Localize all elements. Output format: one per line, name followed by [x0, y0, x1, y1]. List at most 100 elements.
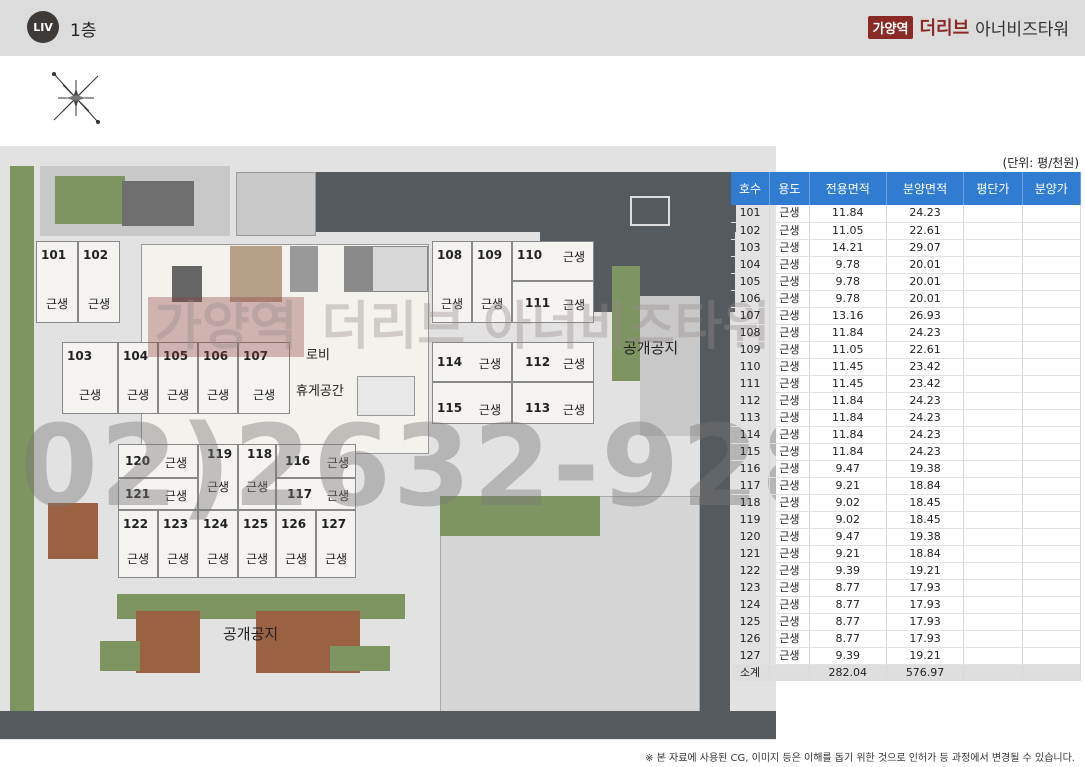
table-cell — [963, 426, 1023, 444]
table-row[interactable]: 108 근생 11.84 24.23 — [731, 324, 1082, 342]
subtotal-cell — [1022, 664, 1082, 681]
table-cell — [1022, 494, 1082, 512]
table-cell — [1022, 477, 1082, 495]
unit-number: 104 — [123, 349, 149, 363]
table-row[interactable]: 125 근생 8.77 17.93 — [731, 613, 1082, 631]
table-cell: 24.23 — [886, 205, 965, 223]
table-cell — [1022, 545, 1082, 563]
table-row[interactable]: 122 근생 9.39 19.21 — [731, 562, 1082, 580]
table-row[interactable]: 120 근생 9.47 19.38 — [731, 528, 1082, 546]
brand-name: 더리브 — [919, 18, 970, 39]
unit-use: 근생 — [87, 297, 111, 311]
subtotal-row: 소계 282.04 576.97 — [731, 664, 1082, 681]
table-row[interactable]: 106 근생 9.78 20.01 — [731, 290, 1082, 308]
unit-110[interactable]: 110 근생 — [512, 241, 594, 281]
table-row[interactable]: 107 근생 13.16 26.93 — [731, 307, 1082, 325]
table-cell: 근생 — [769, 443, 810, 461]
table-cell: 19.38 — [886, 528, 965, 546]
table-cell: 8.77 — [809, 579, 887, 597]
table-cell — [963, 307, 1023, 325]
table-cell: 13.16 — [809, 307, 887, 325]
table-cell: 근생 — [769, 205, 810, 223]
table-row[interactable]: 116 근생 9.47 19.38 — [731, 460, 1082, 478]
table-cell: 108 — [731, 324, 771, 342]
table-cell: 110 — [731, 358, 771, 376]
table-row[interactable]: 101 근생 11.84 24.23 — [731, 205, 1082, 223]
ramp-box — [236, 172, 316, 236]
table-cell: 11.84 — [809, 426, 887, 444]
table-cell: 8.77 — [809, 613, 887, 631]
lounge-label: 휴게공간 — [296, 384, 344, 399]
table-cell: 19.38 — [886, 460, 965, 478]
table-cell: 근생 — [769, 426, 810, 444]
table-cell — [1022, 460, 1082, 478]
table-cell — [1022, 647, 1082, 665]
table-cell — [963, 579, 1023, 597]
table-row[interactable]: 109 근생 11.05 22.61 — [731, 341, 1082, 359]
unit-number: 108 — [437, 248, 463, 262]
table-cell: 104 — [731, 256, 771, 274]
table-cell — [963, 443, 1023, 461]
table-row[interactable]: 124 근생 8.77 17.93 — [731, 596, 1082, 614]
watermark-station: 가양역 — [148, 297, 304, 357]
table-row[interactable]: 111 근생 11.45 23.42 — [731, 375, 1082, 393]
table-cell — [1022, 528, 1082, 546]
table-row[interactable]: 114 근생 11.84 24.23 — [731, 426, 1082, 444]
table-row[interactable]: 121 근생 9.21 18.84 — [731, 545, 1082, 563]
table-row[interactable]: 104 근생 9.78 20.01 — [731, 256, 1082, 274]
unit-use: 근생 — [562, 250, 585, 264]
table-cell: 18.45 — [886, 494, 965, 512]
table-header-cell: 전용면적 — [809, 172, 887, 205]
table-cell: 127 — [731, 647, 771, 665]
unit-note: (단위: 평/천원) — [1002, 156, 1079, 170]
table-cell — [1022, 358, 1082, 376]
unit-use: 근생 — [284, 552, 308, 566]
table-cell: 근생 — [769, 511, 810, 529]
table-row[interactable]: 127 근생 9.39 19.21 — [731, 647, 1082, 665]
table-row[interactable]: 118 근생 9.02 18.45 — [731, 494, 1082, 512]
unit-101[interactable]: 101 근생 — [36, 241, 78, 323]
table-row[interactable]: 112 근생 11.84 24.23 — [731, 392, 1082, 410]
table-row[interactable]: 105 근생 9.78 20.01 — [731, 273, 1082, 291]
table-cell — [1022, 273, 1082, 291]
table-row[interactable]: 102 근생 11.05 22.61 — [731, 222, 1082, 240]
green-courtyard-right — [330, 646, 390, 671]
table-row[interactable]: 103 근생 14.21 29.07 — [731, 239, 1082, 257]
table-row[interactable]: 113 근생 11.84 24.23 — [731, 409, 1082, 427]
table-cell: 22.61 — [886, 341, 965, 359]
subtotal-cell: 282.04 — [809, 664, 887, 681]
table-cell: 112 — [731, 392, 771, 410]
table-cell — [1022, 341, 1082, 359]
table-row[interactable]: 126 근생 8.77 17.93 — [731, 630, 1082, 648]
table-cell: 9.78 — [809, 290, 887, 308]
unit-use: 근생 — [324, 552, 348, 566]
table-cell: 근생 — [769, 545, 810, 563]
table-cell: 107 — [731, 307, 771, 325]
table-row[interactable]: 119 근생 9.02 18.45 — [731, 511, 1082, 529]
table-cell: 22.61 — [886, 222, 965, 240]
subtotal-cell — [963, 664, 1023, 681]
table-cell — [963, 273, 1023, 291]
table-cell — [963, 596, 1023, 614]
table-cell: 19.21 — [886, 562, 965, 580]
table-header-row: 호수 용도 전용면적 분양면적 평단가 분양가 — [731, 172, 1082, 205]
subtotal-cell: 소계 — [731, 664, 771, 681]
table-row[interactable]: 117 근생 9.21 18.84 — [731, 477, 1082, 495]
table-cell: 24.23 — [886, 426, 965, 444]
table-cell: 23.42 — [886, 375, 965, 393]
table-row[interactable]: 123 근생 8.77 17.93 — [731, 579, 1082, 597]
table-cell: 9.78 — [809, 256, 887, 274]
wood-deck-left — [136, 611, 200, 673]
unit-number: 110 — [517, 248, 543, 262]
road-marking — [630, 196, 670, 226]
table-cell: 19.21 — [886, 647, 965, 665]
table-cell: 근생 — [769, 392, 810, 410]
table-cell: 9.39 — [809, 647, 887, 665]
table-row[interactable]: 115 근생 11.84 24.23 — [731, 443, 1082, 461]
table-cell: 11.05 — [809, 341, 887, 359]
unit-102[interactable]: 102 근생 — [78, 241, 120, 323]
table-cell: 117 — [731, 477, 771, 495]
table-row[interactable]: 110 근생 11.45 23.42 — [731, 358, 1082, 376]
header-bar: LIV 1층 가양역 더리브 아너비즈타워 — [0, 0, 1085, 56]
open-space-label-bottom: 공개공지 — [223, 625, 279, 643]
